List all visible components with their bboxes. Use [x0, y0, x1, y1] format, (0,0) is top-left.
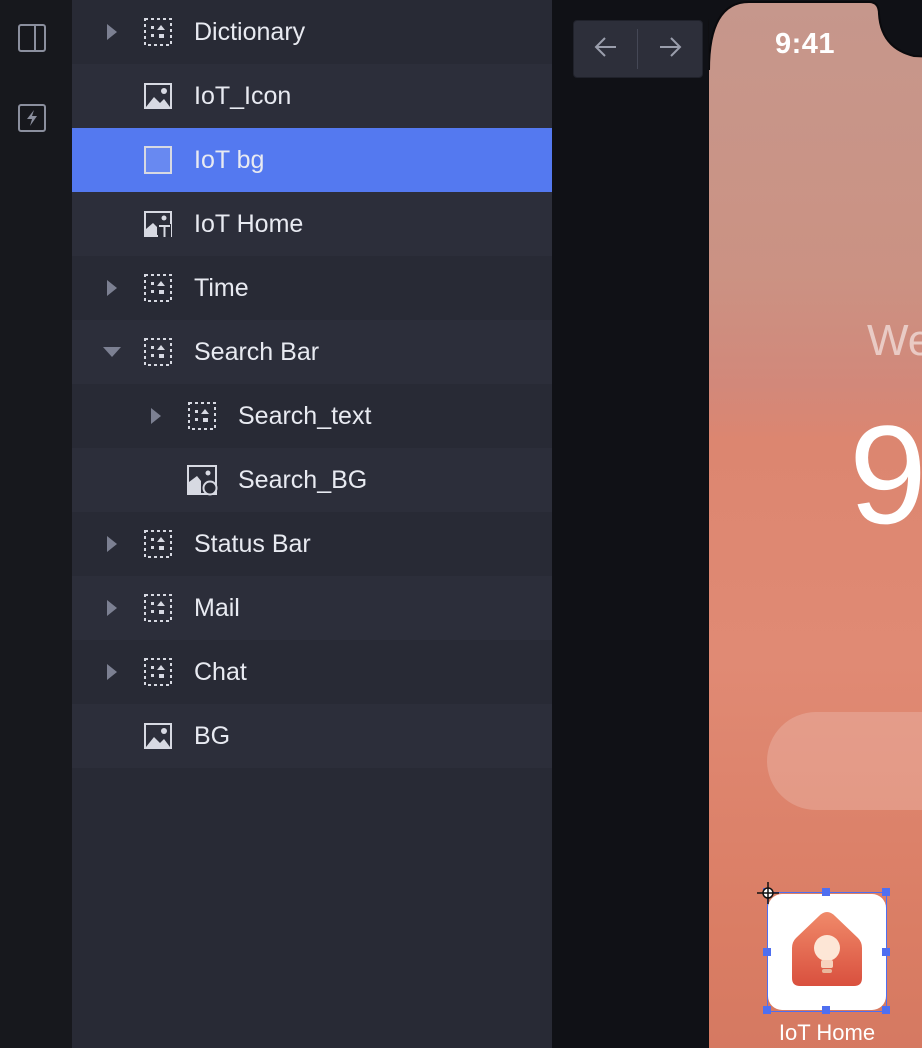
history-nav	[573, 20, 703, 78]
resize-handle[interactable]	[763, 1006, 771, 1014]
arrow-left-icon	[592, 33, 620, 66]
lightning-icon	[17, 103, 47, 138]
layer-label: Search Bar	[194, 338, 320, 366]
layer-label: IoT Home	[194, 210, 304, 238]
resize-handle[interactable]	[882, 948, 890, 956]
resize-handle[interactable]	[822, 1006, 830, 1014]
layer-label: Mail	[194, 594, 240, 622]
layer-row[interactable]: Status Bar	[72, 512, 552, 576]
image-icon	[142, 720, 174, 752]
layer-row[interactable]: Mail	[72, 576, 552, 640]
layer-label: Status Bar	[194, 530, 311, 558]
layers-panel: Dictionary IoT_Icon IoT bg IoT Home Time Sear…	[72, 0, 552, 1048]
layer-row[interactable]: IoT Home	[72, 192, 552, 256]
image-icon	[142, 80, 174, 112]
layer-label: Time	[194, 274, 249, 302]
resize-handle[interactable]	[763, 948, 771, 956]
layer-label: BG	[194, 722, 231, 750]
left-rail	[0, 0, 72, 1048]
layer-label: Search_text	[238, 402, 372, 430]
caret-right-icon[interactable]	[100, 256, 124, 320]
group-icon	[142, 336, 174, 368]
crosshair-cursor-icon	[757, 882, 779, 909]
arrow-right-icon	[656, 33, 684, 66]
group-icon	[142, 656, 174, 688]
layer-row[interactable]: IoT_Icon	[72, 64, 552, 128]
layer-label: Search_BG	[238, 466, 368, 494]
status-time: 9:41	[775, 28, 836, 60]
group-icon	[142, 592, 174, 624]
search-bar[interactable]	[767, 712, 922, 810]
panel-toggle-button[interactable]	[14, 22, 50, 58]
back-button[interactable]	[574, 21, 637, 77]
layer-row[interactable]: Chat	[72, 640, 552, 704]
caret-right-icon[interactable]	[100, 576, 124, 640]
selection-box	[767, 892, 887, 1012]
group-icon	[142, 272, 174, 304]
resize-handle[interactable]	[882, 888, 890, 896]
layer-row[interactable]: Search_text	[72, 384, 552, 448]
interactions-button[interactable]	[14, 102, 50, 138]
layer-row[interactable]: Search Bar	[72, 320, 552, 384]
resize-handle[interactable]	[822, 888, 830, 896]
app-icon-label: IoT Home	[778, 1020, 876, 1045]
shapes-icon	[186, 464, 218, 496]
layer-label: Chat	[194, 658, 247, 686]
caret-down-icon[interactable]	[100, 320, 124, 384]
caret-right-icon[interactable]	[100, 512, 124, 576]
caret-right-icon[interactable]	[100, 640, 124, 704]
layer-row[interactable]: Dictionary	[72, 0, 552, 64]
layer-label: Dictionary	[194, 18, 306, 46]
layer-row[interactable]: Search_BG	[72, 448, 552, 512]
layer-row[interactable]: BG	[72, 704, 552, 768]
caret-right-icon[interactable]	[100, 0, 124, 64]
layer-label: IoT bg	[194, 146, 265, 174]
clock-number: 9	[849, 396, 922, 553]
welcome-text: We	[867, 316, 922, 365]
layer-row[interactable]: Time	[72, 256, 552, 320]
panel-toggle-icon	[17, 23, 47, 58]
rectangle-icon	[142, 144, 174, 176]
group-icon	[142, 16, 174, 48]
caret-right-icon[interactable]	[144, 384, 168, 448]
forward-button[interactable]	[638, 21, 701, 77]
layer-row[interactable]: IoT bg	[72, 128, 552, 192]
group-icon	[186, 400, 218, 432]
device-frame[interactable]: 9:41 We 9 IoT Home	[708, 0, 922, 1048]
group-icon	[142, 528, 174, 560]
layer-label: IoT_Icon	[194, 82, 292, 110]
image-text-icon	[142, 208, 174, 240]
canvas-area: 9:41 We 9 IoT Home	[552, 0, 922, 1048]
resize-handle[interactable]	[882, 1006, 890, 1014]
